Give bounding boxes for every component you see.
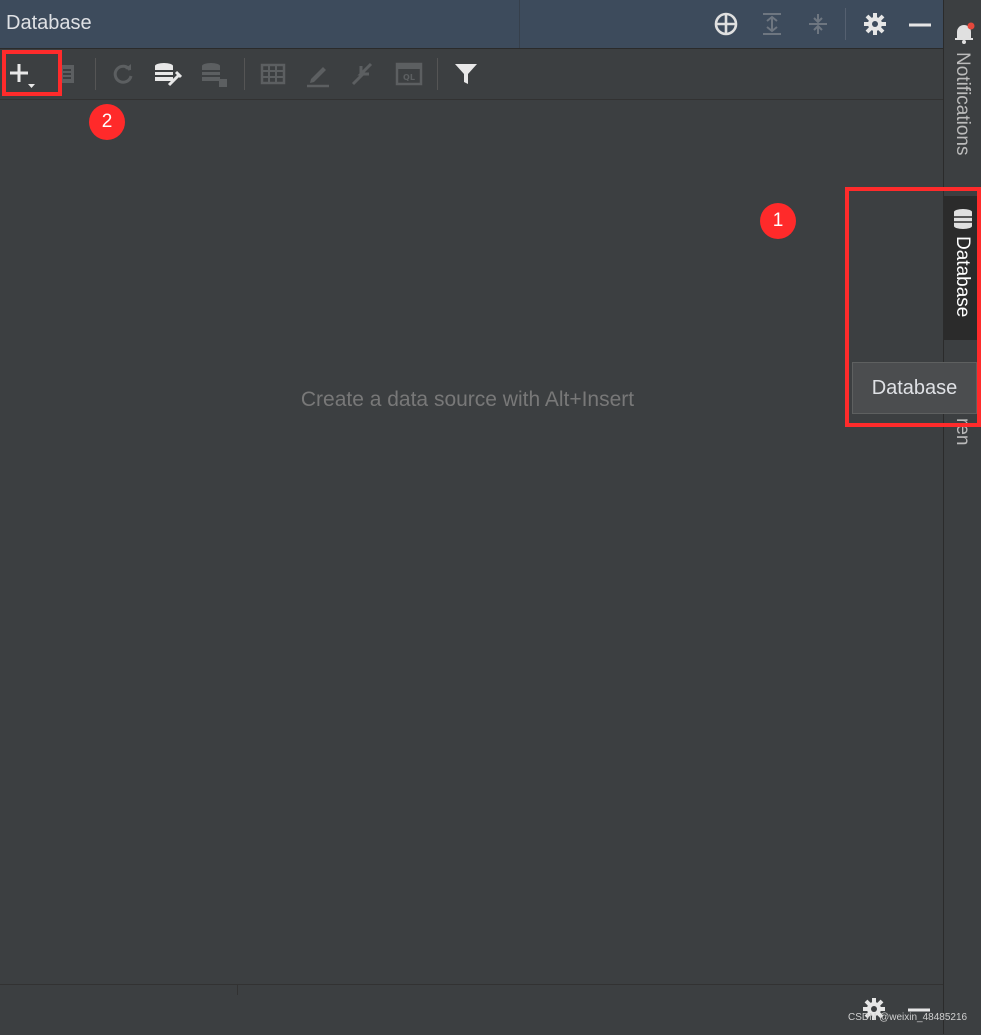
panel-title: Database	[6, 12, 92, 34]
toolbar-separator	[437, 58, 438, 90]
add-icon[interactable]	[6, 59, 36, 89]
toolbar-separator	[95, 58, 96, 90]
database-icon	[953, 208, 973, 234]
properties-icon[interactable]	[52, 59, 82, 89]
notifications-label: Notifications	[952, 52, 973, 156]
header-separator	[845, 8, 846, 40]
minimize-icon[interactable]	[907, 11, 933, 37]
expand-all-icon[interactable]	[759, 11, 785, 37]
database-toolbar: QL	[0, 49, 943, 100]
header-divider	[519, 0, 520, 48]
collapse-all-icon[interactable]	[805, 11, 831, 37]
annotation-badge-1: 1	[760, 203, 796, 239]
database-tab[interactable]: Database	[944, 196, 981, 340]
database-tooltip: Database	[852, 362, 977, 414]
database-tab-label: Database	[952, 236, 973, 318]
watermark: CSDN @weixin_48485216	[848, 1012, 968, 1023]
tool-window-header: Database	[0, 0, 943, 49]
filter-icon[interactable]	[451, 59, 481, 89]
jump-to-source-icon[interactable]	[348, 59, 378, 89]
right-tool-stripe: Notifications Database ren	[943, 0, 981, 1034]
db-disconnect-icon[interactable]	[199, 59, 229, 89]
crosshair-icon[interactable]	[713, 11, 739, 37]
svg-text:QL: QL	[403, 73, 415, 82]
hidden-tab-label: ren	[952, 418, 973, 446]
data-sources-tree[interactable]: Create a data source with Alt+Insert	[0, 100, 943, 984]
annotation-badge-2: 2	[89, 104, 125, 140]
query-console-icon[interactable]: QL	[394, 59, 424, 89]
notifications-tab[interactable]: Notifications	[944, 0, 981, 180]
empty-state-message: Create a data source with Alt+Insert	[300, 388, 635, 411]
toolbar-separator	[244, 58, 245, 90]
bell-icon	[953, 22, 975, 48]
gear-icon[interactable]	[862, 11, 888, 37]
table-view-icon[interactable]	[258, 59, 288, 89]
refresh-icon[interactable]	[108, 59, 138, 89]
bottom-divider	[237, 985, 238, 995]
db-tools-icon[interactable]	[152, 59, 182, 89]
edit-icon[interactable]	[303, 59, 333, 89]
bottom-bar	[0, 984, 943, 1035]
